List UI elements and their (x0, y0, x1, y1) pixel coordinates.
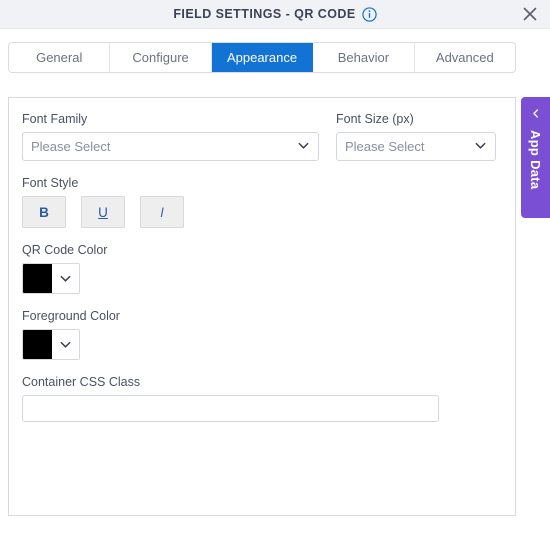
underline-button[interactable]: U (81, 196, 125, 228)
chevron-down-icon (52, 264, 79, 293)
container-css-class-field: Container CSS Class (22, 375, 502, 422)
qr-code-color-picker[interactable] (22, 263, 80, 294)
qr-code-color-swatch (23, 264, 52, 293)
foreground-color-label: Foreground Color (22, 309, 120, 323)
chevron-left-icon (530, 106, 541, 124)
font-style-field: Font Style B U I (22, 176, 502, 228)
chevron-down-icon (297, 139, 310, 155)
container-css-class-input[interactable] (22, 395, 439, 422)
tab-configure[interactable]: Configure (110, 43, 212, 72)
font-size-value: Please Select (345, 139, 425, 154)
foreground-color-picker[interactable] (22, 329, 80, 360)
app-data-tab[interactable]: App Data (521, 97, 550, 218)
tab-behavior[interactable]: Behavior (313, 43, 415, 72)
font-size-field: Font Size (px) Please Select (336, 112, 496, 161)
font-size-label: Font Size (px) (336, 112, 414, 126)
foreground-color-field: Foreground Color (22, 309, 502, 360)
page-title: FIELD SETTINGS - QR CODE (173, 7, 356, 21)
close-icon[interactable] (520, 4, 540, 24)
foreground-color-swatch (23, 330, 52, 359)
appearance-settings-panel: Font Family Please Select Font Size (px)… (8, 97, 516, 516)
tab-general[interactable]: General (9, 43, 111, 72)
container-css-class-label: Container CSS Class (22, 375, 141, 389)
settings-tab-bar: General Configure Appearance Behavior Ad… (8, 42, 516, 73)
font-family-select[interactable]: Please Select (22, 132, 319, 161)
dialog-titlebar: FIELD SETTINGS - QR CODE (0, 0, 550, 29)
chevron-down-icon (474, 139, 487, 155)
font-style-button-group: B U I (22, 196, 502, 228)
italic-button[interactable]: I (140, 196, 184, 228)
font-family-value: Please Select (31, 139, 111, 154)
font-family-label: Font Family (22, 112, 88, 126)
tab-advanced[interactable]: Advanced (414, 43, 515, 72)
qr-code-color-label: QR Code Color (22, 243, 108, 257)
info-circle-icon[interactable] (362, 6, 377, 22)
bold-button[interactable]: B (22, 196, 66, 228)
font-row: Font Family Please Select Font Size (px)… (22, 112, 502, 161)
tab-appearance[interactable]: Appearance (211, 43, 314, 72)
chevron-down-icon (52, 330, 79, 359)
app-data-tab-label: App Data (528, 130, 543, 190)
font-family-field: Font Family Please Select (22, 112, 319, 161)
title-group: FIELD SETTINGS - QR CODE (173, 6, 377, 22)
font-size-select[interactable]: Please Select (336, 132, 496, 161)
qr-code-color-field: QR Code Color (22, 243, 502, 294)
font-style-label: Font Style (22, 176, 79, 190)
